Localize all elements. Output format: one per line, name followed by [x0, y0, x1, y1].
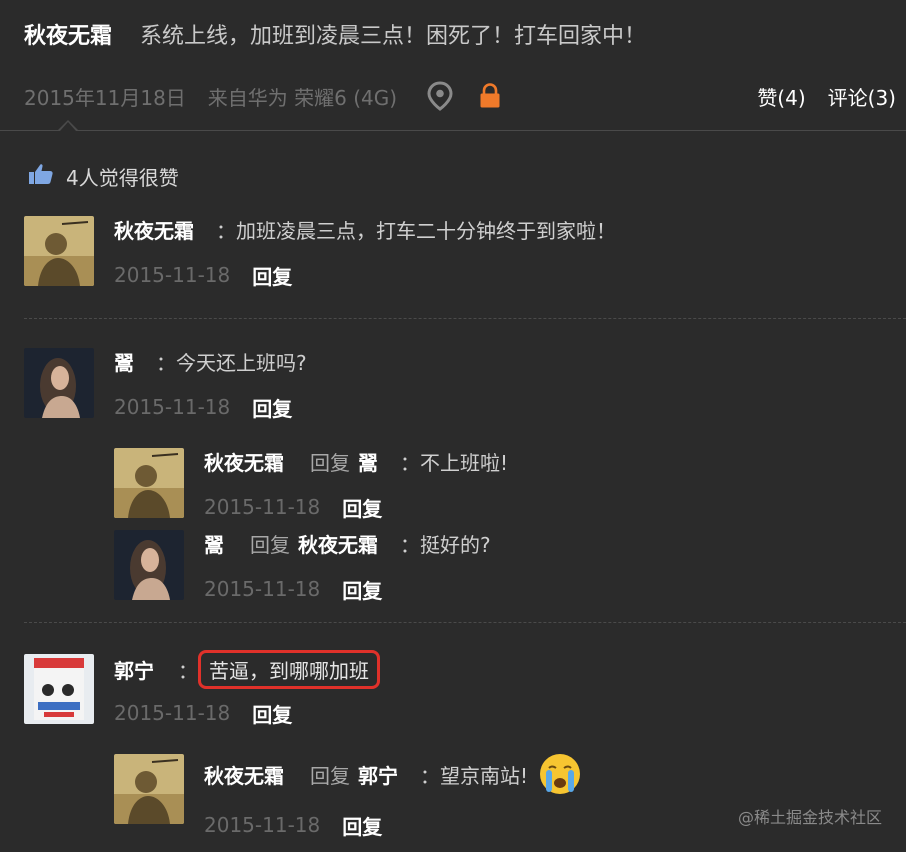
- reply-target[interactable]: 秋夜无霜: [298, 529, 378, 558]
- reply-button[interactable]: 回复: [252, 699, 292, 728]
- post-meta: 2015年11月18日 来自华为 荣耀6 (4G) 赞(4) 评论(3): [24, 78, 896, 114]
- reply-text: ：不上班啦!: [400, 450, 509, 475]
- reply-text: ：望京南站!: [420, 763, 529, 788]
- reply-button[interactable]: 回复: [342, 811, 382, 840]
- reply-button[interactable]: 回复: [342, 493, 382, 522]
- lock-icon: [479, 83, 501, 109]
- reply-button[interactable]: 回复: [342, 575, 382, 604]
- avatar[interactable]: [114, 448, 184, 518]
- reply-author[interactable]: 秋夜无霜: [204, 760, 284, 789]
- avatar[interactable]: [24, 348, 94, 418]
- reply-date: 2015-11-18: [204, 813, 321, 837]
- comment-footer: 2015-11-18 回复: [114, 260, 292, 290]
- comment-text-prefix: ：: [178, 658, 198, 683]
- post-source: 来自华为 荣耀6 (4G): [207, 85, 398, 110]
- avatar[interactable]: [24, 654, 94, 724]
- reply-author[interactable]: 翯: [204, 529, 224, 558]
- thumbs-up-icon: [28, 163, 54, 189]
- reply-button[interactable]: 回复: [252, 261, 292, 290]
- reply-footer: 2015-11-18 回复: [204, 574, 382, 604]
- reply-button[interactable]: 回复: [252, 393, 292, 422]
- avatar[interactable]: [24, 216, 94, 286]
- comment-header: 秋夜无霜 ：加班凌晨三点，打车二十分钟终于到家啦！: [114, 214, 616, 244]
- reply-target[interactable]: 翯: [358, 447, 378, 476]
- comment-author[interactable]: 秋夜无霜: [114, 215, 194, 244]
- like-button[interactable]: 赞(4): [757, 82, 805, 111]
- comment-header: 翯 ：今天还上班吗?: [114, 346, 307, 376]
- comment-divider: [24, 622, 906, 623]
- likes-count-text: 4人觉得很赞: [66, 165, 179, 190]
- comment-date: 2015-11-18: [114, 395, 231, 419]
- reply-word: 回复: [310, 450, 350, 475]
- avatar[interactable]: [114, 754, 184, 824]
- reply-text: ：挺好的?: [400, 532, 491, 557]
- comment-author[interactable]: 郭宁: [114, 655, 154, 684]
- likes-summary: 4人觉得很赞: [28, 160, 179, 192]
- reply-footer: 2015-11-18 回复: [204, 810, 382, 840]
- comment-divider: [24, 318, 906, 319]
- location-pin-icon[interactable]: [427, 81, 453, 111]
- comment-header: 郭宁 ： 苦逼，到哪哪加班: [114, 648, 380, 690]
- reply-target[interactable]: 郭宁: [358, 760, 398, 789]
- highlighted-comment-text: 苦逼，到哪哪加班: [198, 649, 380, 689]
- comment-footer: 2015-11-18 回复: [114, 698, 292, 728]
- comment-text: ：加班凌晨三点，打车二十分钟终于到家啦！: [216, 218, 616, 243]
- comment-author[interactable]: 翯: [114, 347, 134, 376]
- reply-header: 秋夜无霜 回复 翯 ：不上班啦!: [204, 446, 508, 476]
- watermark: @稀土掘金技术社区: [737, 808, 882, 827]
- reply-date: 2015-11-18: [204, 495, 321, 519]
- reply-header: 翯 回复 秋夜无霜 ：挺好的?: [204, 528, 491, 558]
- reply-word: 回复: [310, 763, 350, 788]
- comment-text: ：今天还上班吗?: [156, 350, 307, 375]
- comment-footer: 2015-11-18 回复: [114, 392, 292, 422]
- comment-date: 2015-11-18: [114, 263, 231, 287]
- reply-date: 2015-11-18: [204, 577, 321, 601]
- reply-author[interactable]: 秋夜无霜: [204, 447, 284, 476]
- divider: [0, 130, 906, 131]
- reply-word: 回复: [250, 532, 290, 557]
- reply-header: 秋夜无霜 回复 郭宁 ：望京南站!: [204, 746, 584, 802]
- reply-footer: 2015-11-18 回复: [204, 492, 382, 522]
- post-header: 秋夜无霜 系统上线，加班到凌晨三点！困死了！打车回家中！: [24, 14, 906, 54]
- crying-face-icon: [536, 750, 584, 798]
- avatar[interactable]: [114, 530, 184, 600]
- post-actions: 赞(4) 评论(3): [757, 82, 896, 111]
- post-content: 系统上线，加班到凌晨三点！困死了！打车回家中！: [140, 24, 647, 49]
- comment-button[interactable]: 评论(3): [828, 82, 896, 111]
- post-date: 2015年11月18日: [24, 85, 186, 110]
- post-author[interactable]: 秋夜无霜: [24, 18, 112, 50]
- comment-date: 2015-11-18: [114, 701, 231, 725]
